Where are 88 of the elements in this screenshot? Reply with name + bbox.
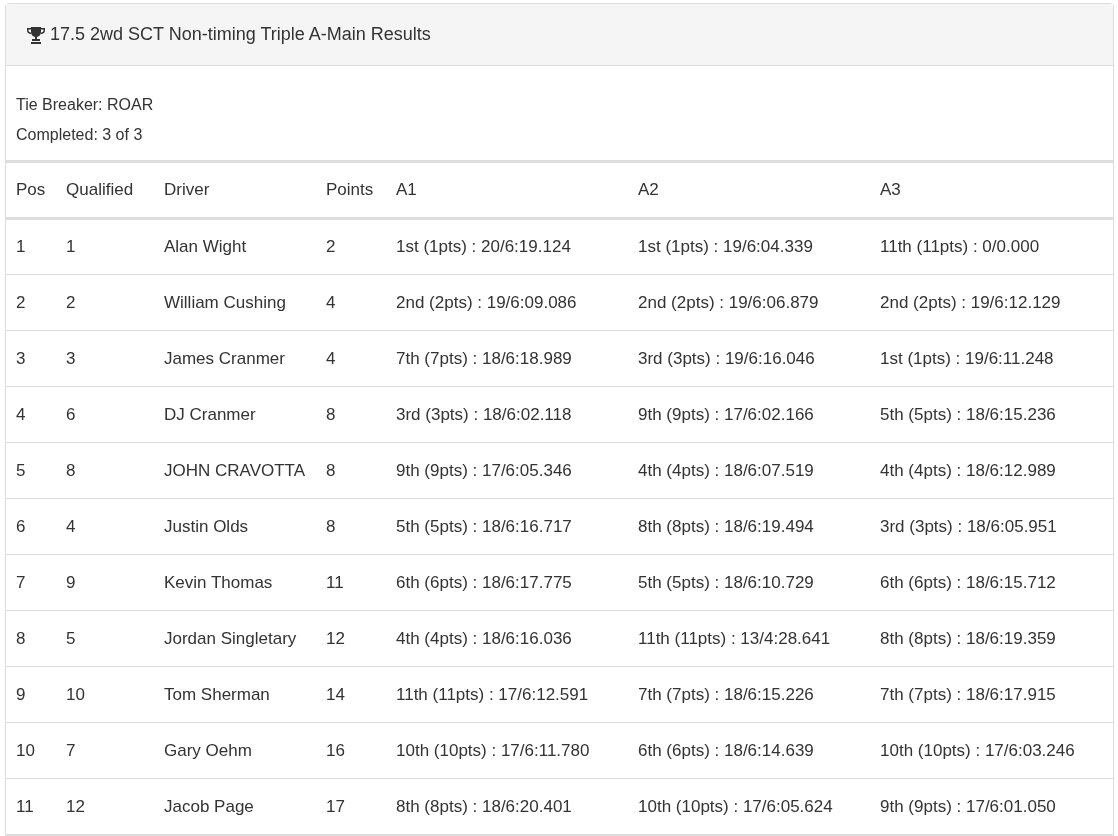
table-cell: JOHN CRAVOTTA <box>154 442 316 499</box>
column-header: Pos <box>6 161 56 219</box>
column-header: A1 <box>386 161 628 219</box>
table-cell: 7th (7pts) : 18/6:17.915 <box>870 666 1113 723</box>
table-cell: 9th (9pts) : 17/6:02.166 <box>628 386 870 443</box>
table-cell: 4th (4pts) : 18/6:16.036 <box>386 610 628 667</box>
table-cell: 4th (4pts) : 18/6:07.519 <box>628 442 870 499</box>
table-cell: Gary Oehm <box>154 722 316 779</box>
info-text: Tie Breaker: ROAR <box>16 95 154 115</box>
table-cell: 1 <box>56 218 154 275</box>
table-cell: 14 <box>316 666 386 723</box>
table-cell: 2 <box>316 218 386 275</box>
table-cell: 8 <box>316 442 386 499</box>
table-cell: 10th (10pts) : 17/6:03.246 <box>870 722 1113 779</box>
table-cell: 7 <box>6 554 56 611</box>
table-cell: 10 <box>6 722 56 779</box>
table-cell: 6th (6pts) : 18/6:17.775 <box>386 554 628 611</box>
table-cell: 4 <box>6 386 56 443</box>
table-cell: Jordan Singletary <box>154 610 316 667</box>
table-cell: 7 <box>56 722 154 779</box>
table-cell: 9 <box>56 554 154 611</box>
table-cell: 1st (1pts) : 20/6:19.124 <box>386 218 628 275</box>
table-cell: 2 <box>56 274 154 331</box>
table-cell: 3 <box>6 330 56 387</box>
table-cell: 8 <box>6 610 56 667</box>
table-cell: 4th (4pts) : 18/6:12.989 <box>870 442 1113 499</box>
table-cell: 4 <box>56 498 154 555</box>
table-cell: 5 <box>6 442 56 499</box>
column-header: Qualified <box>56 161 154 219</box>
table-cell: 12 <box>56 778 154 835</box>
table-cell: 11 <box>316 554 386 611</box>
table-cell: 1 <box>6 218 56 275</box>
table-cell: 10th (10pts) : 17/6:11.780 <box>386 722 628 779</box>
table-cell: 11th (11pts) : 13/4:28.641 <box>628 610 870 667</box>
table-cell: 4 <box>316 274 386 331</box>
table-cell: 8th (8pts) : 18/6:19.494 <box>628 498 870 555</box>
panel-title: 17.5 2wd SCT Non-timing Triple A-Main Results <box>50 23 431 46</box>
table-cell: 2 <box>6 274 56 331</box>
table-cell: 7th (7pts) : 18/6:15.226 <box>628 666 870 723</box>
table-cell: 9th (9pts) : 17/6:05.346 <box>386 442 628 499</box>
table-cell: 8 <box>56 442 154 499</box>
table-cell: 5th (5pts) : 18/6:16.717 <box>386 498 628 555</box>
table-cell: 8th (8pts) : 18/6:19.359 <box>870 610 1113 667</box>
table-cell: Alan Wight <box>154 218 316 275</box>
column-header: Driver <box>154 161 316 219</box>
table-cell: 9 <box>6 666 56 723</box>
table-cell: 6 <box>6 498 56 555</box>
table-cell: 9th (9pts) : 17/6:01.050 <box>870 778 1113 835</box>
table-cell: 10th (10pts) : 17/6:05.624 <box>628 778 870 835</box>
table-cell: 2nd (2pts) : 19/6:06.879 <box>628 274 870 331</box>
table-cell: 1st (1pts) : 19/6:11.248 <box>870 330 1113 387</box>
table-cell: 3rd (3pts) : 19/6:16.046 <box>628 330 870 387</box>
table-cell: Justin Olds <box>154 498 316 555</box>
table-cell: 11th (11pts) : 17/6:12.591 <box>386 666 628 723</box>
table-cell: DJ Cranmer <box>154 386 316 443</box>
table-cell: 5th (5pts) : 18/6:15.236 <box>870 386 1113 443</box>
table-cell: Kevin Thomas <box>154 554 316 611</box>
table-cell: 4 <box>316 330 386 387</box>
table-cell: 11th (11pts) : 0/0.000 <box>870 218 1113 275</box>
table-cell: 8 <box>316 386 386 443</box>
table-cell: 5th (5pts) : 18/6:10.729 <box>628 554 870 611</box>
table-cell: 6 <box>56 386 154 443</box>
trophy-icon <box>26 25 46 44</box>
table-cell: 12 <box>316 610 386 667</box>
table-cell: William Cushing <box>154 274 316 331</box>
table-cell: 7th (7pts) : 18/6:18.989 <box>386 330 628 387</box>
table-cell: 3rd (3pts) : 18/6:05.951 <box>870 498 1113 555</box>
table-cell: 6th (6pts) : 18/6:15.712 <box>870 554 1113 611</box>
table-cell: 2nd (2pts) : 19/6:12.129 <box>870 274 1113 331</box>
table-cell: James Cranmer <box>154 330 316 387</box>
table-cell: 10 <box>56 666 154 723</box>
table-cell: 17 <box>316 778 386 835</box>
table-cell: 2nd (2pts) : 19/6:09.086 <box>386 274 628 331</box>
table-cell: 8th (8pts) : 18/6:20.401 <box>386 778 628 835</box>
table-cell: 5 <box>56 610 154 667</box>
table-cell: 3 <box>56 330 154 387</box>
column-header: A3 <box>870 161 1113 219</box>
column-header: A2 <box>628 161 870 219</box>
table-cell: Tom Sherman <box>154 666 316 723</box>
table-cell: 6th (6pts) : 18/6:14.639 <box>628 722 870 779</box>
info-text: Completed: 3 of 3 <box>16 125 143 145</box>
table-cell: 1st (1pts) : 19/6:04.339 <box>628 218 870 275</box>
column-header: Points <box>316 161 386 219</box>
table-cell: 8 <box>316 498 386 555</box>
table-cell: 3rd (3pts) : 18/6:02.118 <box>386 386 628 443</box>
table-cell: Jacob Page <box>154 778 316 835</box>
table-cell: 16 <box>316 722 386 779</box>
table-cell: 11 <box>6 778 56 835</box>
